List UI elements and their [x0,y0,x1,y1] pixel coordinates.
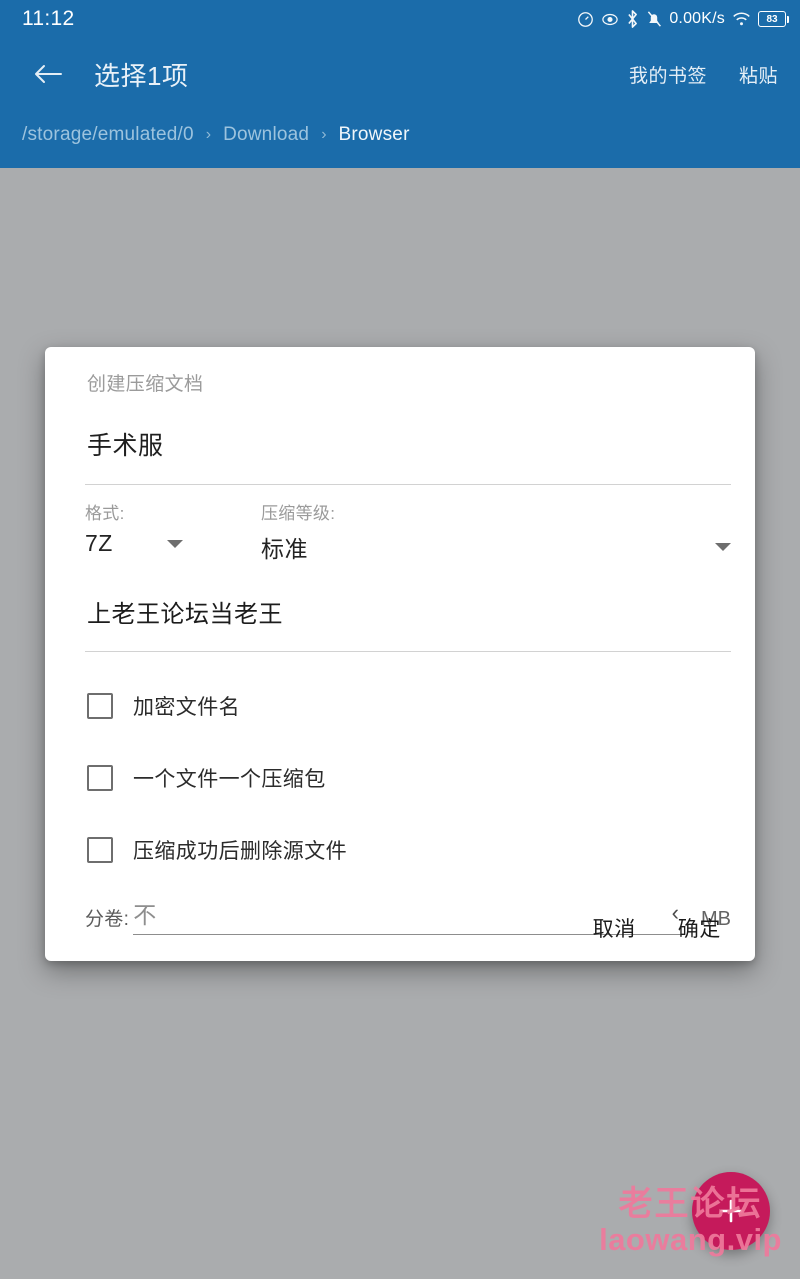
divider [85,484,731,485]
status-icons: 0.00K/s 83 [577,10,789,28]
confirm-button[interactable]: 确定 [678,913,721,943]
checkbox-label: 一个文件一个压缩包 [133,768,326,791]
compression-level-dropdown[interactable]: 压缩等级: 标准 [245,499,731,564]
status-bar: 11:12 0.00K/s 83 [0,0,800,38]
compression-level-value: 标准 [261,536,308,562]
wifi-icon [732,11,751,27]
plus-icon [719,1199,743,1223]
format-value: 7Z [85,530,113,556]
dialog-title: 创建压缩文档 [87,374,204,395]
eye-protection-icon [601,11,619,28]
breadcrumb-separator-icon: › [205,126,212,143]
speed-meter-icon [577,11,594,28]
format-value-row: 7Z [85,530,245,557]
checkbox-encrypt-filenames[interactable]: 加密文件名 [87,680,731,732]
compression-level-value-row: 标准 [261,530,731,564]
breadcrumb-item-root[interactable]: /storage/emulated/0 [22,124,194,146]
network-speed-text: 0.00K/s [669,10,725,27]
format-dropdown[interactable]: 格式: 7Z [85,499,245,557]
create-archive-dialog: 创建压缩文档 手术服 格式: 7Z 压缩等级: 标准 上老王论坛当老王 加密文件… [45,347,755,961]
screen-root: 11:12 0.00K/s 83 选择1项 我的书签 粘贴 /storage/e… [0,0,800,1279]
status-clock: 11:12 [22,7,75,30]
chevron-down-icon [715,543,731,551]
format-level-row: 格式: 7Z 压缩等级: 标准 [69,499,731,564]
battery-icon: 83 [758,11,789,27]
app-bar-actions: 我的书签 粘贴 [629,61,778,88]
back-arrow-icon[interactable] [28,54,68,94]
split-volume-value: 不 [133,902,157,928]
divider [85,651,731,652]
checkbox-box-icon [87,693,113,719]
options-checkbox-group: 加密文件名 一个文件一个压缩包 压缩成功后删除源文件 [69,680,731,876]
my-bookmarks-button[interactable]: 我的书签 [629,61,707,88]
format-label: 格式: [85,504,125,523]
compression-level-label: 压缩等级: [261,504,336,523]
cancel-button[interactable]: 取消 [593,913,636,943]
mute-bell-icon [646,10,662,28]
chevron-down-icon [166,539,183,548]
split-volume-label: 分卷: [85,909,130,930]
breadcrumb-item-browser[interactable]: Browser [339,124,410,146]
paste-button[interactable]: 粘贴 [739,61,778,88]
app-bar-top: 选择1项 我的书签 粘贴 [0,38,800,110]
checkbox-box-icon [87,765,113,791]
battery-level-text: 83 [766,13,778,25]
checkbox-label: 加密文件名 [133,696,240,719]
checkbox-label: 压缩成功后删除源文件 [133,840,347,863]
bluetooth-icon [626,10,639,28]
add-fab-button[interactable] [692,1172,770,1250]
checkbox-delete-source-after[interactable]: 压缩成功后删除源文件 [87,824,731,876]
password-input[interactable]: 上老王论坛当老王 [87,594,731,629]
breadcrumb: /storage/emulated/0 › Download › Browser [22,124,410,146]
checkbox-one-archive-per-file[interactable]: 一个文件一个压缩包 [87,752,731,804]
breadcrumb-item-download[interactable]: Download [223,124,309,146]
page-title: 选择1项 [94,60,189,91]
breadcrumb-separator-icon: › [321,126,327,143]
archive-name-input[interactable]: 手术服 [87,426,731,462]
app-bar: 选择1项 我的书签 粘贴 /storage/emulated/0 › Downl… [0,38,800,168]
dialog-actions: 取消 确定 [593,913,721,943]
checkbox-box-icon [87,837,113,863]
